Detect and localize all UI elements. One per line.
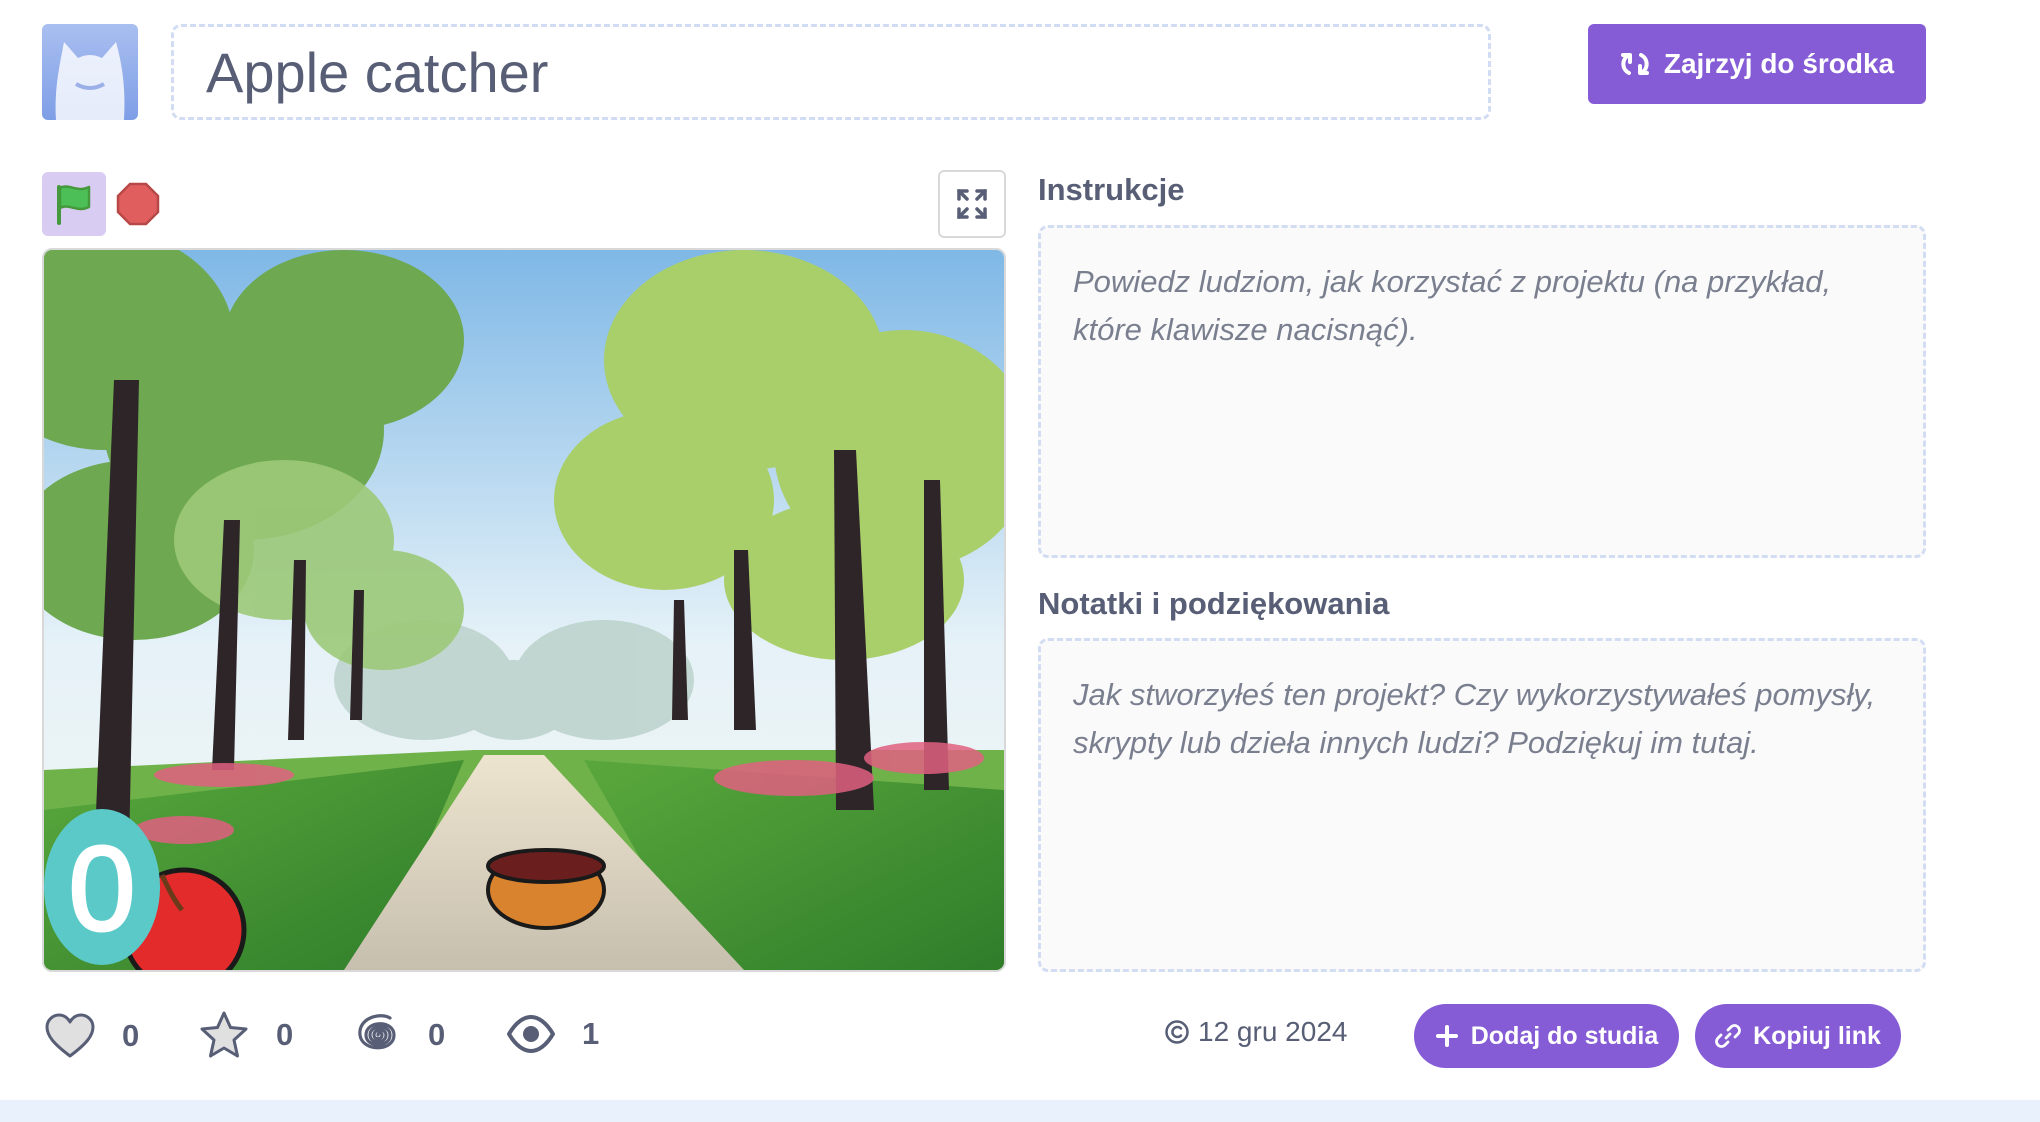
views-count: 1 xyxy=(582,1016,600,1051)
add-to-studio-label: Dodaj do studia xyxy=(1470,1021,1659,1050)
remix-count: 0 xyxy=(428,1017,446,1052)
fullscreen-button[interactable] xyxy=(938,170,1006,238)
copy-link-label: Kopiuj link xyxy=(1753,1021,1881,1050)
notes-heading: Notatki i podziękowania xyxy=(1038,586,1390,621)
notes-placeholder: Jak stworzyłeś ten projekt? Czy wykorzys… xyxy=(1073,677,1876,760)
star-icon xyxy=(200,1011,248,1058)
share-date: 12 gru 2024 xyxy=(1164,1016,1347,1048)
page-bottom-strip xyxy=(0,1100,2040,1122)
copy-link-button[interactable]: Kopiuj link xyxy=(1695,1004,1901,1068)
cat-avatar-icon xyxy=(55,42,125,120)
notes-textarea[interactable]: Jak stworzyłeś ten projekt? Czy wykorzys… xyxy=(1038,638,1926,972)
love-stat[interactable]: 0 xyxy=(44,1012,139,1060)
fullscreen-icon xyxy=(957,189,987,219)
project-title-input[interactable]: Apple catcher xyxy=(171,24,1491,120)
score-value: 0 xyxy=(69,822,136,956)
user-avatar[interactable] xyxy=(42,24,138,120)
favorite-stat[interactable]: 0 xyxy=(198,1010,293,1060)
score-display: 0 xyxy=(44,809,160,965)
green-flag-icon xyxy=(57,185,91,225)
eye-icon xyxy=(507,1015,555,1053)
see-inside-button[interactable]: Zajrzyj do środka xyxy=(1588,24,1926,104)
heart-icon xyxy=(45,1013,95,1058)
basket-sprite xyxy=(486,848,606,930)
stop-button[interactable] xyxy=(116,182,160,226)
project-stage[interactable]: 0 xyxy=(42,248,1006,972)
date-text: 12 gru 2024 xyxy=(1198,1016,1348,1047)
views-stat: 1 xyxy=(506,1012,599,1056)
remix-spiral-icon xyxy=(358,1014,396,1050)
instructions-heading: Instrukcje xyxy=(1038,172,1185,207)
instructions-placeholder: Powiedz ludziom, jak korzystać z projekt… xyxy=(1073,264,1832,347)
park-backdrop: 0 xyxy=(44,250,1004,970)
see-inside-label: Zajrzyj do środka xyxy=(1663,48,1895,79)
plus-icon xyxy=(1435,1025,1458,1047)
favorite-count: 0 xyxy=(276,1017,294,1052)
remix-arrows-icon xyxy=(1620,53,1649,75)
instructions-textarea[interactable]: Powiedz ludziom, jak korzystać z projekt… xyxy=(1038,225,1926,558)
link-icon xyxy=(1715,1024,1742,1048)
add-to-studio-button[interactable]: Dodaj do studia xyxy=(1414,1004,1679,1068)
copyright-icon xyxy=(1165,1020,1189,1044)
green-flag-button[interactable] xyxy=(42,172,106,236)
love-count: 0 xyxy=(122,1018,140,1053)
stop-sign-icon xyxy=(116,182,160,226)
project-title: Apple catcher xyxy=(206,40,549,104)
remix-stat: 0 xyxy=(354,1010,445,1060)
